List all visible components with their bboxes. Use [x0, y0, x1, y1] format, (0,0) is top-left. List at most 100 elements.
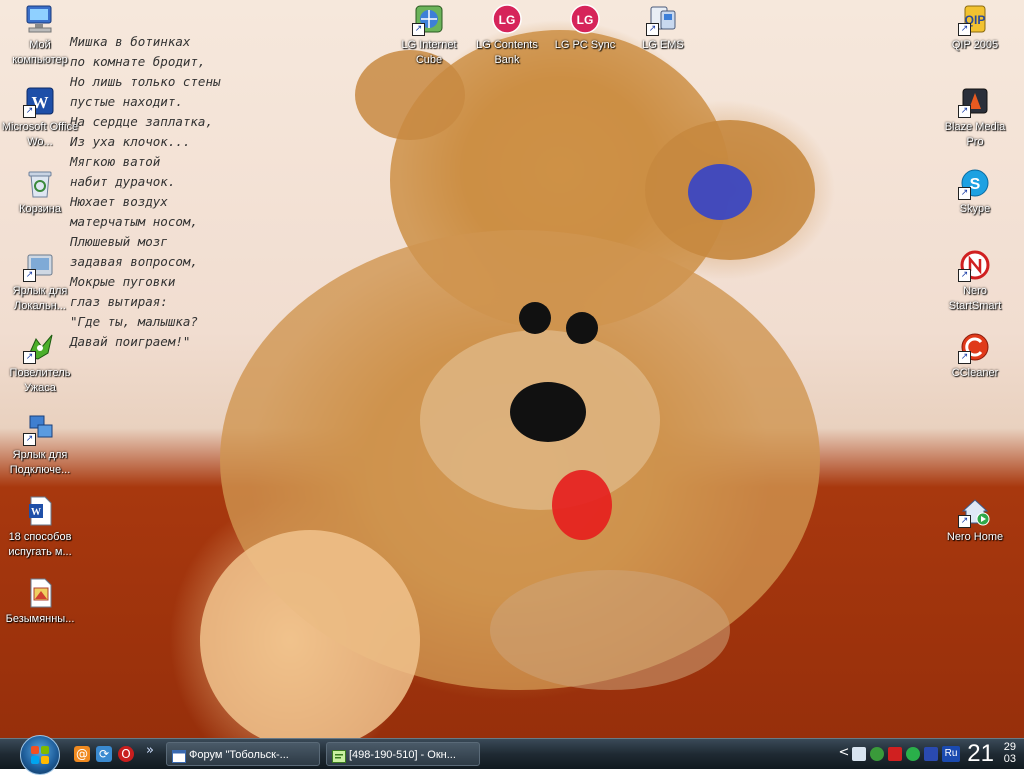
desktop-icon-label: CCleaner: [951, 367, 999, 379]
svg-text:LG: LG: [577, 13, 594, 27]
ccleaner-icon: ↗: [958, 330, 992, 364]
opera-icon[interactable]: O: [118, 746, 134, 762]
skype-icon: S ↗: [958, 166, 992, 200]
poem-line: пустые находит.: [70, 94, 183, 109]
recycle-bin-icon: [23, 166, 57, 200]
desktop-icon-lg-contents-bank[interactable]: LG LG Contents Bank: [468, 2, 546, 68]
desktop-icon-label: Skype: [959, 203, 991, 215]
show-hidden-tray-icons-button[interactable]: <: [836, 745, 852, 761]
desktop-icon-label: LG Contents Bank: [476, 39, 538, 66]
clock-month: 03: [1003, 753, 1016, 765]
svg-text:S: S: [970, 176, 981, 193]
nero-home-icon: ↗: [958, 494, 992, 528]
poem-line: Из уха клочок...: [70, 134, 191, 149]
desktop-icon-label: Nero StartSmart: [948, 285, 1002, 312]
mail-icon[interactable]: @: [74, 746, 90, 762]
windows-logo-icon: [31, 746, 49, 764]
desktop-icon-label: Microsoft Office Wo...: [1, 121, 79, 148]
wallpaper-poem: Мишка в ботинках по комнате бродит, Но лиш…: [70, 32, 221, 352]
game-icon: ↗: [23, 330, 57, 364]
network-shortcut-icon: ↗: [23, 412, 57, 446]
desktop-icon-label: Корзина: [19, 203, 61, 215]
my-computer-icon: [23, 2, 57, 36]
kaspersky-icon[interactable]: [888, 747, 902, 761]
desktop-icon-recycle-bin[interactable]: Корзина: [1, 166, 79, 217]
desktop-icon-lg-internet-cube[interactable]: ↗ LG Internet Cube: [390, 2, 468, 68]
desktop-icon-bezymyannyi[interactable]: Безымянны...: [1, 576, 79, 627]
word-shortcut-icon: W ↗: [23, 84, 57, 118]
desktop-icon-label: LG PC Sync: [554, 39, 616, 51]
desktop-icon-nero-home[interactable]: ↗ Nero Home: [936, 494, 1014, 545]
network-icon[interactable]: ⟳: [96, 746, 112, 762]
poem-line: глаз вытирая:: [70, 294, 168, 309]
poem-line: Плюшевый мозг: [70, 234, 168, 249]
poem-line: На сердце заплатка,: [70, 114, 213, 129]
poem-line: Мягкою ватой: [70, 154, 161, 169]
task-label: Форум "Тобольск-...: [189, 749, 289, 761]
desktop-icon-my-computer[interactable]: Мой компьютер: [1, 2, 79, 68]
desktop-icon-povelitel-uzhasa[interactable]: ↗ Повелитель Ужаса: [1, 330, 79, 396]
chat-window-icon: [332, 748, 346, 763]
desktop-icon-label: Nero Home: [946, 531, 1004, 543]
poem-line: Но лишь только стены: [70, 74, 221, 89]
desktop-icon-label: Ярлык для Подключе...: [9, 449, 71, 476]
task-label: [498-190-510] - Окн...: [349, 749, 456, 761]
nero-startsmart-icon: ↗: [958, 248, 992, 282]
browser-icon: [172, 748, 186, 763]
poem-line: "Где ты, малышка?: [70, 314, 198, 329]
desktop-icon-label: LG EMS: [642, 39, 684, 51]
desktop-icon-local-shortcut[interactable]: ↗ Ярлык для Локальн...: [1, 248, 79, 314]
blaze-media-icon: ↗: [958, 84, 992, 118]
desktop-icon-label: 18 способов испугать м...: [8, 531, 72, 558]
taskbar-button-forum[interactable]: Форум "Тобольск-...: [166, 742, 320, 766]
desktop-icon-label: Мой компьютер: [12, 39, 68, 66]
network-connection-icon[interactable]: [852, 747, 866, 761]
lg-pc-sync-icon: LG: [568, 2, 602, 36]
desktop-icon-microsoft-office-word[interactable]: W ↗ Microsoft Office Wo...: [1, 84, 79, 150]
poem-line: Давай поиграем!": [70, 334, 191, 349]
word-document-icon: W: [23, 494, 57, 528]
language-indicator[interactable]: Ru: [942, 746, 960, 762]
antivirus-icon[interactable]: [870, 747, 884, 761]
desktop-icon-label: Безымянны...: [5, 613, 75, 625]
poem-line: Мокрые пуговки: [70, 274, 176, 289]
clock-hour: 21: [967, 740, 994, 767]
clock-day: 29: [1003, 741, 1016, 753]
desktop-icon-label: Повелитель Ужаса: [9, 367, 71, 394]
desktop-icon-qip-2005[interactable]: QIP ↗ QIP 2005: [936, 2, 1014, 53]
poem-line: по комнате бродит,: [70, 54, 206, 69]
desktop-icon-label: Blaze Media Pro: [944, 121, 1006, 148]
lg-contents-bank-icon: LG: [490, 2, 524, 36]
icq-status-icon[interactable]: [906, 747, 920, 761]
desktop-icon-connection-shortcut[interactable]: ↗ Ярлык для Подключе...: [1, 412, 79, 478]
svg-text:W: W: [31, 507, 41, 518]
desktop-icon-skype[interactable]: S ↗ Skype: [936, 166, 1014, 217]
desktop-icon-blaze-media-pro[interactable]: ↗ Blaze Media Pro: [936, 84, 1014, 150]
start-button[interactable]: [20, 735, 60, 775]
poem-line: матерчатым носом,: [70, 214, 198, 229]
desktop-icon-nero-startsmart[interactable]: ↗ Nero StartSmart: [936, 248, 1014, 314]
quick-launch-overflow-button[interactable]: »: [142, 743, 158, 759]
shortcut-icon: ↗: [23, 248, 57, 282]
lg-internet-cube-icon: ↗: [412, 2, 446, 36]
poem-line: Нюхает воздух: [70, 194, 168, 209]
desktop-icon-18-sposobov[interactable]: W 18 способов испугать м...: [1, 494, 79, 560]
taskbar: @ ⟳ O » Форум "Тобольск-... [498-190-510…: [0, 735, 1024, 775]
clock-date: 29 03: [1004, 741, 1016, 765]
taskbar-button-chat-window[interactable]: [498-190-510] - Окн...: [326, 742, 480, 766]
svg-text:LG: LG: [499, 13, 516, 27]
desktop-icon-ccleaner[interactable]: ↗ CCleaner: [936, 330, 1014, 381]
qip-icon: QIP ↗: [958, 2, 992, 36]
desktop-icon-lg-pc-sync[interactable]: LG LG PC Sync: [546, 2, 624, 53]
poem-line: набит дурачок.: [70, 174, 176, 189]
desktop-icon-label: QIP 2005: [951, 39, 999, 51]
poem-line: задавая вопросом,: [70, 254, 198, 269]
lg-ems-icon: ↗: [646, 2, 680, 36]
desktop-icon-label: LG Internet Cube: [401, 39, 457, 66]
paint-image-icon: [23, 576, 57, 610]
poem-line: Мишка в ботинках: [70, 34, 191, 49]
tray-app-icon[interactable]: [924, 747, 938, 761]
desktop-icon-label: Ярлык для Локальн...: [12, 285, 68, 312]
desktop-icon-lg-ems[interactable]: ↗ LG EMS: [624, 2, 702, 53]
desktop-wallpaper[interactable]: Мишка в ботинках по комнате бродит, Но лиш…: [0, 0, 1024, 738]
